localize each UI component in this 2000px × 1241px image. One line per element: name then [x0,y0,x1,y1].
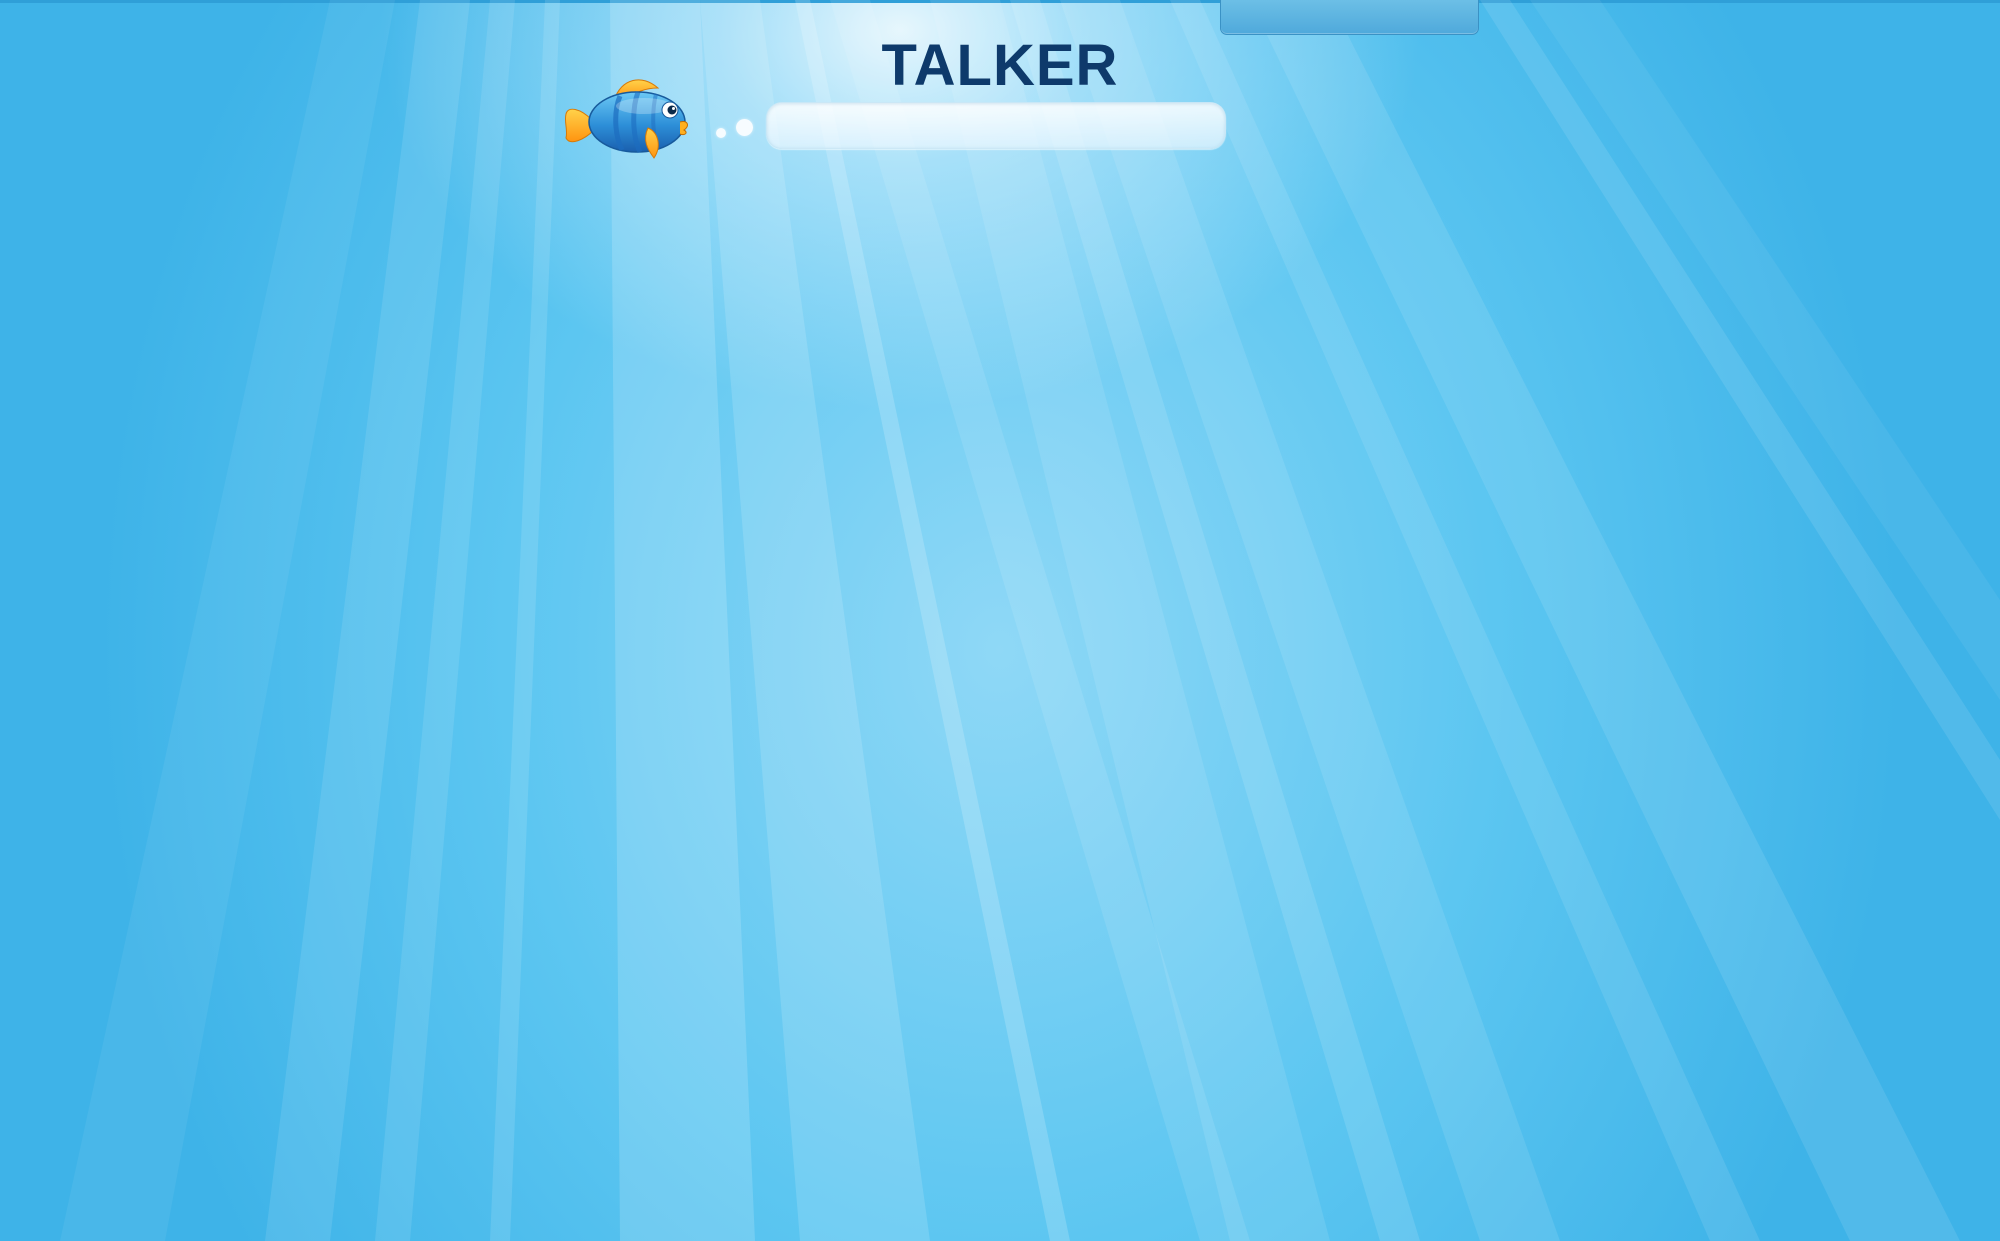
pull-down-tab[interactable] [1220,0,1479,35]
app-title: TALKER [881,33,1119,98]
thought-bubble-small-icon [716,128,726,138]
talk-input[interactable] [766,102,1226,149]
thought-bubble-large-icon [736,119,753,136]
light-rays [60,0,2000,1241]
fish-icon [564,79,688,159]
ocean-background: TALKER [0,0,2000,1241]
